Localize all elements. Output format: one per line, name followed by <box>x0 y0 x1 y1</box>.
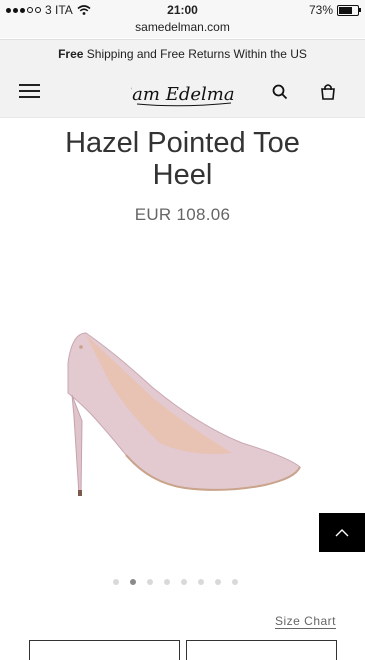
logo-text: Sam Edelman <box>131 84 236 105</box>
size-chart-link[interactable]: Size Chart <box>275 614 336 628</box>
promo-banner: Free Shipping and Free Returns Within th… <box>0 39 365 68</box>
carousel-dot[interactable] <box>198 579 204 585</box>
promo-bold: Free <box>58 47 84 61</box>
carousel-dot[interactable] <box>215 579 221 585</box>
shopping-bag-icon[interactable] <box>319 83 337 101</box>
product-title: Hazel Pointed Toe Heel <box>0 127 365 191</box>
carousel-dot[interactable] <box>232 579 238 585</box>
site-header: Sam Edelman <box>0 67 365 118</box>
product-title-line-1: Hazel Pointed Toe <box>65 127 300 159</box>
brand-logo[interactable]: Sam Edelman <box>131 76 236 110</box>
width-select[interactable] <box>186 640 337 660</box>
carousel-dot[interactable] <box>181 579 187 585</box>
url-text: samedelman.com <box>135 20 230 34</box>
product-title-line-2: Heel <box>152 159 213 191</box>
search-icon[interactable] <box>271 83 289 101</box>
battery-info: 73% <box>308 3 361 17</box>
heel-tip <box>78 490 82 496</box>
carousel-dot[interactable] <box>164 579 170 585</box>
image-carousel-indicator <box>113 579 238 585</box>
carousel-dot[interactable] <box>147 579 153 585</box>
shoe-logo-stud <box>79 345 83 349</box>
product-price: EUR 108.06 <box>134 205 231 224</box>
status-bar: 3 ITA 21:00 73% <box>0 0 365 20</box>
carousel-dot[interactable] <box>130 579 136 585</box>
size-select[interactable] <box>29 640 180 660</box>
battery-icon <box>337 4 361 16</box>
shoe-heel <box>71 394 83 496</box>
promo-text: Shipping and Free Returns Within the US <box>83 47 307 61</box>
menu-icon[interactable] <box>19 83 40 99</box>
battery-percent: 73% <box>308 3 333 17</box>
back-to-top-button[interactable] <box>319 513 365 552</box>
carousel-dot[interactable] <box>113 579 119 585</box>
product-image[interactable] <box>60 325 310 510</box>
chevron-up-icon <box>335 529 349 537</box>
address-bar[interactable]: samedelman.com <box>0 20 365 38</box>
